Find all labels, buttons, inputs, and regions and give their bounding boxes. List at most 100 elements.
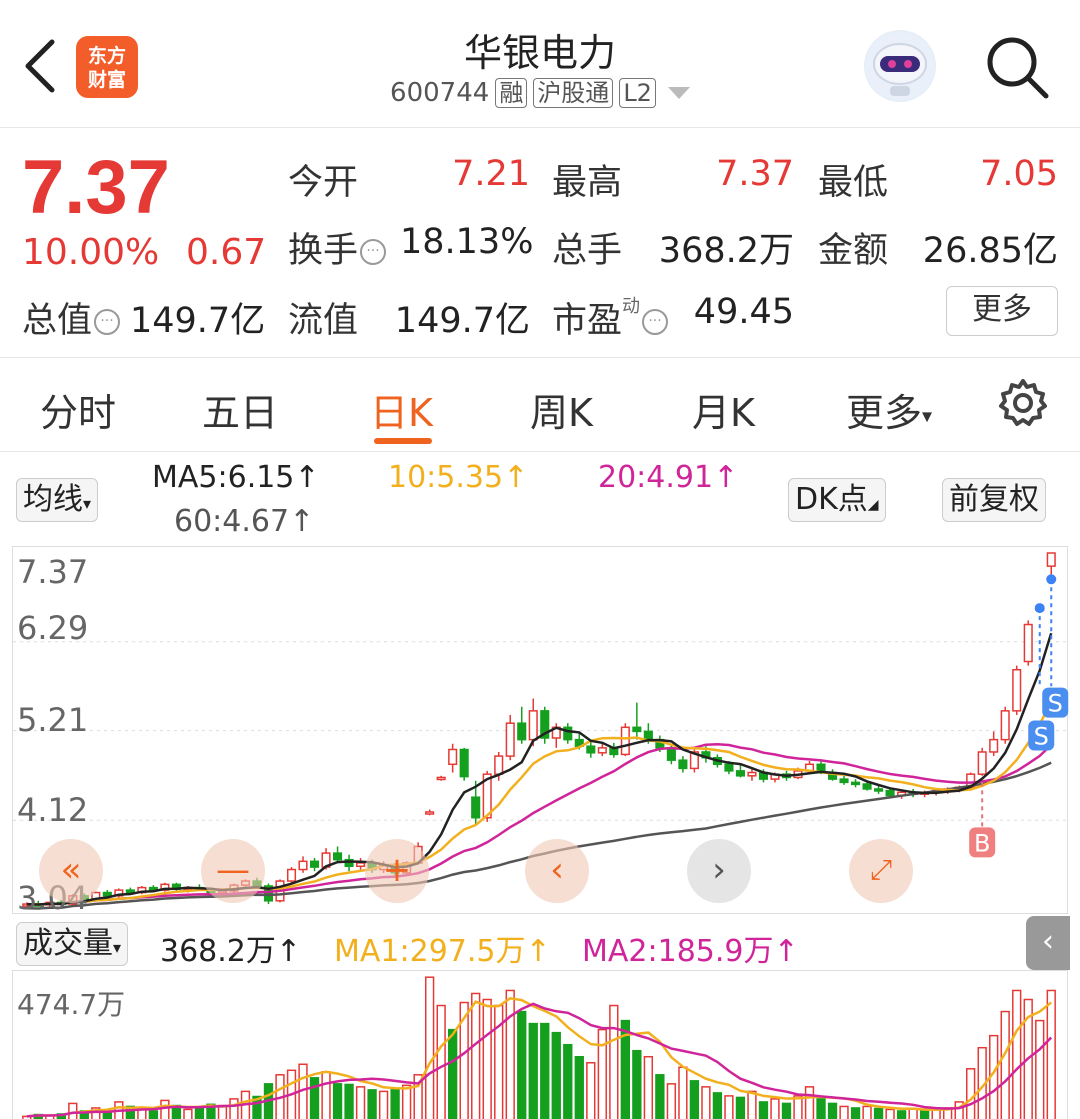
turnover-label[interactable]: 换手 ··· xyxy=(288,222,387,273)
volume-bar xyxy=(102,1111,112,1119)
volume-bar xyxy=(68,1102,78,1119)
volume-current: 368.2万↑ xyxy=(160,934,302,969)
volume-chart[interactable]: 474.7万 xyxy=(12,970,1068,1119)
tab-intraday[interactable]: 分时 xyxy=(40,382,116,437)
indicator-select[interactable]: 均线▾ xyxy=(16,478,99,522)
tab-monthly-k[interactable]: 月K xyxy=(692,382,755,437)
market-cap-value: 149.7亿 xyxy=(130,301,266,341)
volume-bar xyxy=(574,1055,584,1119)
candle-body xyxy=(851,781,861,786)
pe-label[interactable]: 市盈动··· xyxy=(552,292,669,343)
volume-bar xyxy=(563,1043,573,1119)
volume-bar xyxy=(1000,1010,1010,1119)
candle-body xyxy=(862,783,872,790)
level2-tag: L2 xyxy=(619,78,656,108)
pe-value: 49.45 xyxy=(693,292,794,332)
fullscreen-icon[interactable]: ⤢ xyxy=(849,839,913,903)
zoom-out-button[interactable]: — xyxy=(201,839,265,903)
assistant-robot-icon[interactable] xyxy=(864,30,936,102)
volume-bar xyxy=(332,1083,343,1119)
tab-five-day[interactable]: 五日 xyxy=(202,382,278,437)
candle-body xyxy=(885,789,895,797)
candle-body xyxy=(309,860,320,868)
adjust-select[interactable]: 前复权 xyxy=(942,478,1046,522)
dropdown-caret-icon[interactable] xyxy=(667,87,690,99)
candle-body xyxy=(597,747,607,754)
candle-body xyxy=(643,730,653,741)
candle-body xyxy=(1000,710,1010,741)
corner-caret-icon: ◢ xyxy=(867,497,879,513)
quote-panel: 7.37 10.00% 0.67 今开 7.21 最高 7.37 最低 7.05… xyxy=(0,128,1080,358)
volume-ma2-line xyxy=(26,1002,1053,1118)
volume-bar xyxy=(378,1090,389,1119)
volume-bar xyxy=(781,1102,792,1119)
info-dots-icon[interactable]: ··· xyxy=(94,309,121,335)
pe-label-text: 市盈 xyxy=(552,301,623,341)
volume-value: 368.2万 xyxy=(658,231,794,271)
info-dots-icon[interactable]: ··· xyxy=(360,239,387,265)
volume-bar xyxy=(747,1090,757,1119)
tab-more-label: 更多 xyxy=(846,391,923,435)
candle-body xyxy=(102,891,112,897)
tab-more[interactable]: 更多▾ xyxy=(846,382,932,437)
volume-bar xyxy=(528,1022,538,1119)
candle-body xyxy=(528,710,538,741)
buy-marker: B xyxy=(974,829,990,857)
collapse-panel-button[interactable]: ‹ xyxy=(1026,916,1070,970)
open-value: 7.21 xyxy=(452,154,530,194)
volume-bar xyxy=(735,1096,746,1119)
change-amount: 0.67 xyxy=(186,232,267,273)
info-dots-icon[interactable]: ··· xyxy=(642,309,669,335)
high-label: 最高 xyxy=(552,163,623,203)
low-value: 7.05 xyxy=(980,154,1058,194)
volume-bar xyxy=(194,1107,205,1119)
pe-dynamic-mark: 动 xyxy=(622,296,641,317)
candle-body xyxy=(586,745,596,754)
volume-bar xyxy=(643,1055,654,1119)
float-cap-label: 流值 xyxy=(288,301,359,341)
sell-point-dot xyxy=(1046,574,1057,585)
volume-bar xyxy=(551,1031,561,1119)
top-bar: 东方财富 华银电力 600744 融 沪股通 L2 xyxy=(0,0,1080,128)
kline-chart[interactable]: SSB 7.37 6.29 5.21 4.12 3.04 « — + ‹ › ⤢ xyxy=(12,546,1069,917)
volume-bar xyxy=(482,998,492,1119)
open-label: 今开 xyxy=(288,163,359,203)
volume-bar xyxy=(229,1098,239,1119)
volume-indicator-select[interactable]: 成交量▾ xyxy=(16,922,129,966)
volume-svg xyxy=(22,976,1056,1119)
volume-bar xyxy=(827,1102,838,1119)
volume-bar xyxy=(862,1105,872,1119)
volume-bar xyxy=(885,1108,895,1119)
candle-body xyxy=(286,868,297,882)
gear-icon[interactable] xyxy=(998,378,1048,428)
more-quote-button[interactable]: 更多 xyxy=(946,286,1058,336)
price-axis-label: 5.21 xyxy=(17,701,89,739)
candle-body xyxy=(517,722,527,741)
market-cap-label[interactable]: 总值 ··· xyxy=(22,292,121,343)
dk-point-select[interactable]: DK点◢ xyxy=(788,478,886,522)
ma20-value: 20:4.91↑ xyxy=(598,460,739,495)
price-axis-label: 6.29 xyxy=(17,609,89,647)
candle-body xyxy=(1046,552,1056,567)
connect-tag: 沪股通 xyxy=(533,78,614,108)
search-icon[interactable] xyxy=(984,34,1050,100)
candle-body xyxy=(620,726,630,756)
volume-bar xyxy=(505,989,515,1119)
volume-bar xyxy=(401,1084,412,1119)
turnover-label-text: 换手 xyxy=(288,231,359,271)
volume-bar xyxy=(966,1068,976,1119)
scroll-left-button[interactable]: ‹ xyxy=(525,839,589,903)
last-price: 7.37 xyxy=(22,145,170,230)
scroll-right-button[interactable]: › xyxy=(687,839,751,903)
volume-bar xyxy=(655,1074,665,1119)
tab-weekly-k[interactable]: 周K xyxy=(530,382,593,437)
zoom-in-button[interactable]: + xyxy=(365,839,429,903)
volume-bar xyxy=(1046,989,1056,1119)
volume-ma1: MA1:297.5万↑ xyxy=(334,934,551,969)
tab-daily-k[interactable]: 日K xyxy=(370,382,433,437)
float-cap-value: 149.7亿 xyxy=(394,301,530,341)
scroll-to-start-button[interactable]: « xyxy=(39,839,103,903)
candle-body xyxy=(632,726,642,733)
ma60-value: 60:4.67↑ xyxy=(174,504,315,539)
turnover-value: 18.13% xyxy=(400,222,534,262)
